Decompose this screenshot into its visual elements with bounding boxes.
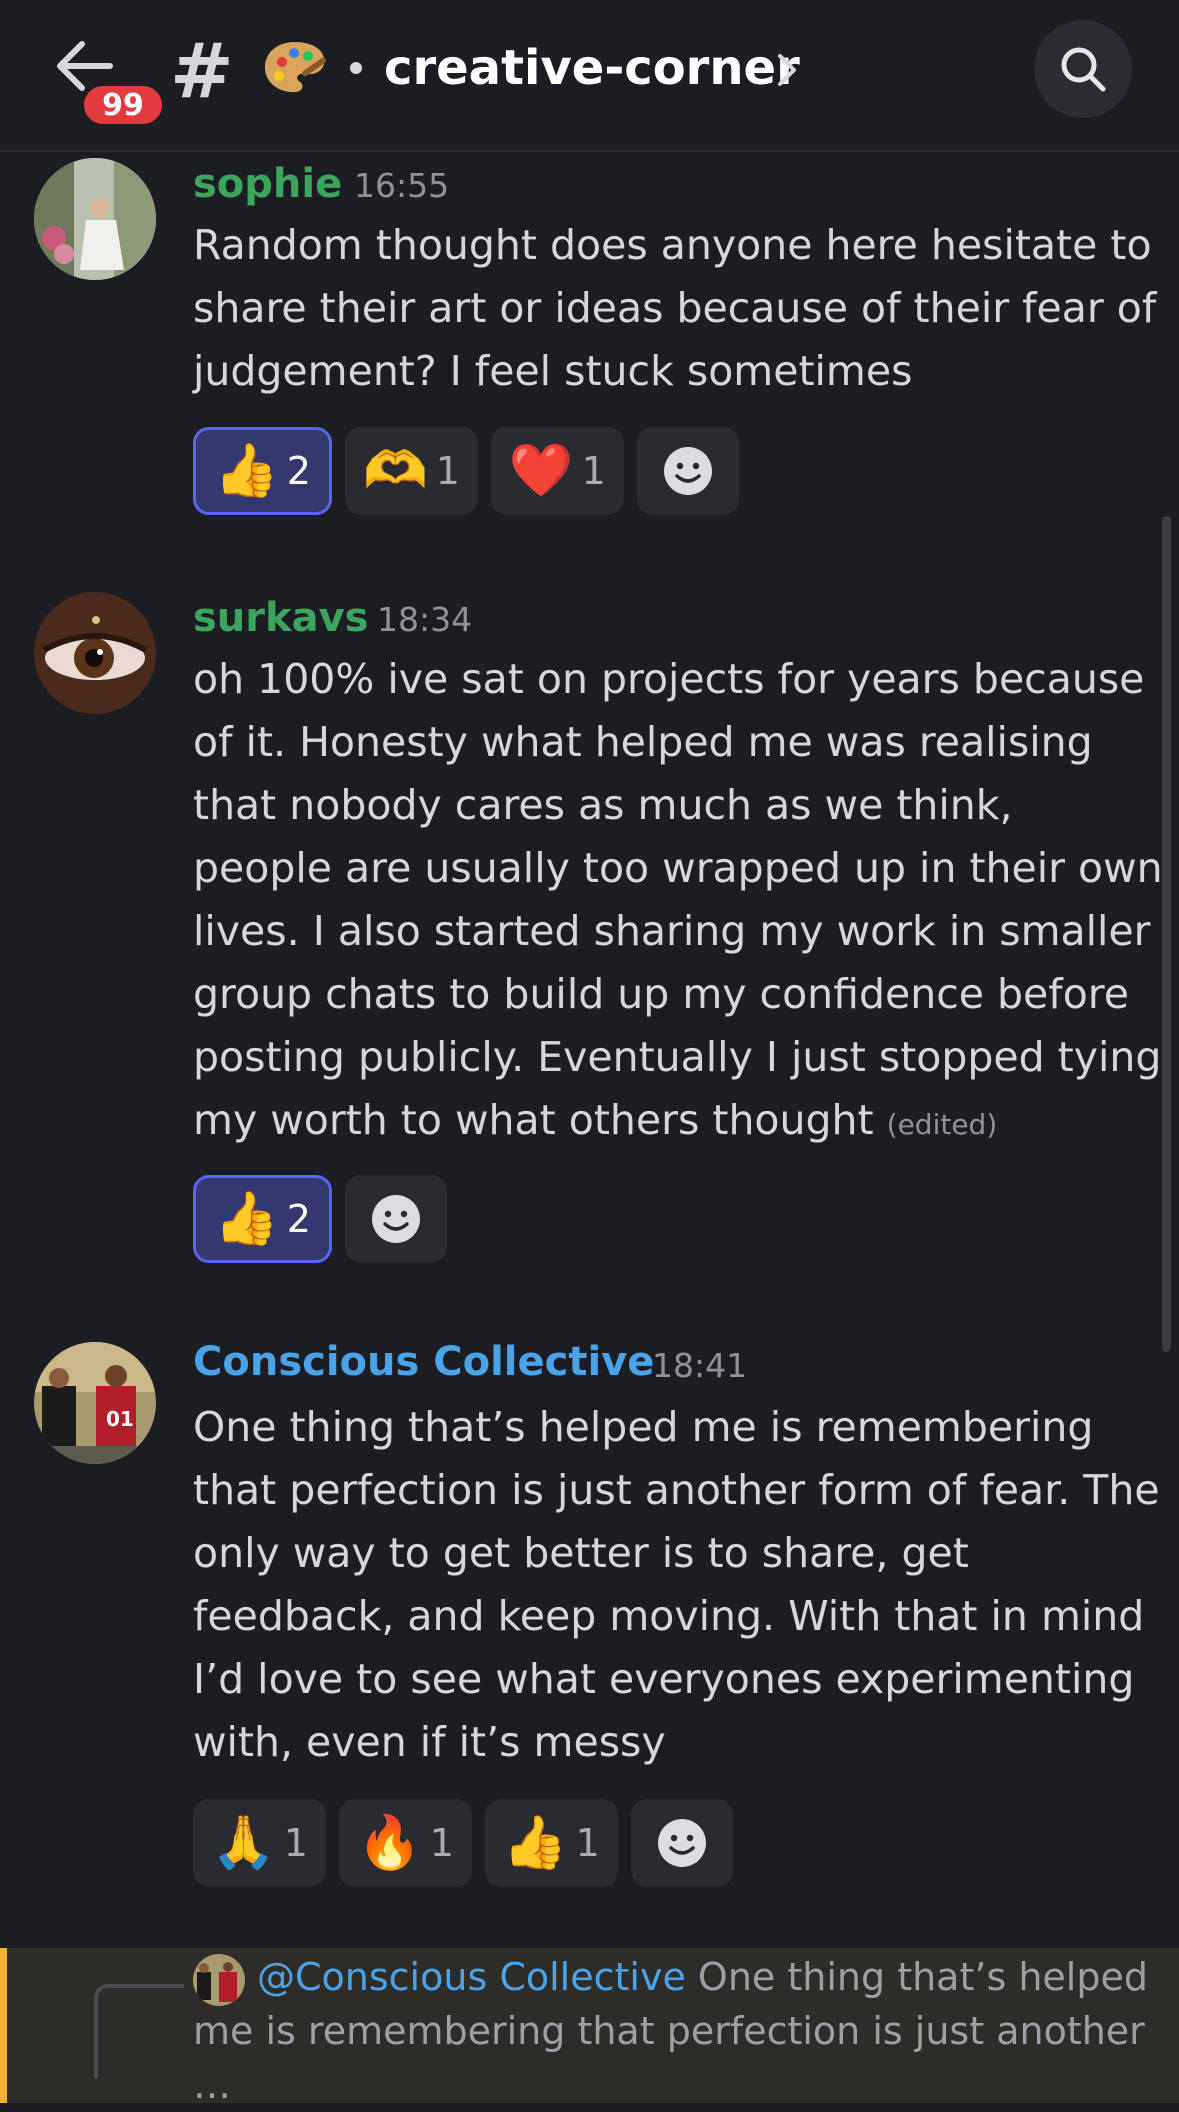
- red-heart-emoji-icon: ❤️: [508, 441, 574, 501]
- edited-label: (edited): [886, 1108, 998, 1141]
- thumbs-up-emoji-icon: 👍: [214, 441, 279, 501]
- reaction-thumbs-up[interactable]: 👍 2: [193, 1175, 332, 1263]
- reaction-heart[interactable]: ❤️ 1: [490, 427, 624, 515]
- heart-hands-emoji-icon: 🫶: [362, 441, 428, 501]
- channel-header: 99 # creative-corner: [0, 0, 1179, 152]
- reply-accent-bar: [0, 1948, 7, 2103]
- message-author[interactable]: Conscious Collective: [193, 1334, 654, 1390]
- message-text: One thing that’s helped me is rememberin…: [193, 1403, 1160, 1766]
- palette-emoji-icon: [262, 38, 328, 96]
- reaction-thumbs-up[interactable]: 👍 1: [484, 1799, 618, 1887]
- add-reaction-button[interactable]: [630, 1799, 733, 1887]
- reaction-folded-hands[interactable]: 🙏 1: [193, 1799, 326, 1887]
- search-icon: [1061, 47, 1106, 92]
- reply-connector-icon: [94, 1984, 184, 2078]
- avatar-photo: [34, 158, 156, 280]
- add-reaction-button[interactable]: [344, 1175, 447, 1263]
- thumbs-up-emoji-icon: 👍: [214, 1189, 279, 1249]
- thumbs-up-emoji-icon: 👍: [502, 1813, 568, 1873]
- message-author[interactable]: surkavs: [193, 590, 369, 646]
- avatar-photo: 01: [34, 1342, 156, 1464]
- reaction-count: 2: [286, 1197, 311, 1241]
- channel-name[interactable]: creative-corner: [384, 36, 800, 100]
- reaction-fire[interactable]: 🔥 1: [338, 1799, 472, 1887]
- reaction-count: 1: [283, 1821, 308, 1865]
- separator-dot: [350, 62, 362, 74]
- avatar-surkavs[interactable]: [34, 592, 156, 714]
- unread-badge: 99: [80, 82, 166, 128]
- folded-hands-emoji-icon: 🙏: [211, 1813, 276, 1873]
- avatar-sophie[interactable]: [34, 158, 156, 280]
- scrollbar[interactable]: [1162, 516, 1171, 1352]
- reaction-thumbs-up[interactable]: 👍 2: [193, 427, 332, 515]
- reaction-count: 1: [581, 449, 606, 493]
- reply-text: @Conscious Collective One thing that’s h…: [193, 1950, 1153, 2112]
- message-author[interactable]: sophie: [193, 156, 342, 212]
- smiley-icon: [371, 1195, 420, 1243]
- add-reaction-button[interactable]: [636, 427, 739, 515]
- svg-text:01: 01: [106, 1407, 134, 1431]
- reaction-row: 👍 2: [193, 1175, 447, 1263]
- reaction-heart-hands[interactable]: 🫶 1: [344, 427, 478, 515]
- message-text-content: oh 100% ive sat on projects for years be…: [193, 655, 1163, 1144]
- avatar-conscious-collective[interactable]: 01: [34, 1342, 156, 1464]
- reaction-count: 2: [286, 449, 311, 493]
- search-button[interactable]: [1034, 20, 1132, 118]
- reply-preview[interactable]: @Conscious Collective One thing that’s h…: [0, 1948, 1179, 2107]
- reaction-row: 👍 2 🫶 1 ❤️ 1: [193, 427, 739, 515]
- reaction-row: 🙏 1 🔥 1 👍 1: [193, 1799, 733, 1887]
- message-text: Random thought does anyone here hesitate…: [193, 221, 1157, 395]
- smiley-icon: [663, 447, 712, 495]
- reaction-count: 1: [429, 1821, 454, 1865]
- reply-mention[interactable]: @Conscious Collective: [257, 1955, 686, 1999]
- chevron-right-icon[interactable]: [776, 52, 798, 88]
- reaction-count: 1: [575, 1821, 600, 1865]
- reaction-count: 1: [435, 449, 460, 493]
- message-timestamp: 18:34: [377, 600, 473, 639]
- message-timestamp: 16:55: [354, 166, 450, 205]
- avatar-photo: [34, 592, 156, 714]
- smiley-icon: [657, 1819, 706, 1867]
- fire-emoji-icon: 🔥: [356, 1813, 422, 1873]
- text-channel-hash-icon: #: [170, 26, 234, 115]
- message-timestamp: 18:41: [652, 1346, 748, 1385]
- message-text: oh 100% ive sat on projects for years be…: [193, 648, 1163, 1156]
